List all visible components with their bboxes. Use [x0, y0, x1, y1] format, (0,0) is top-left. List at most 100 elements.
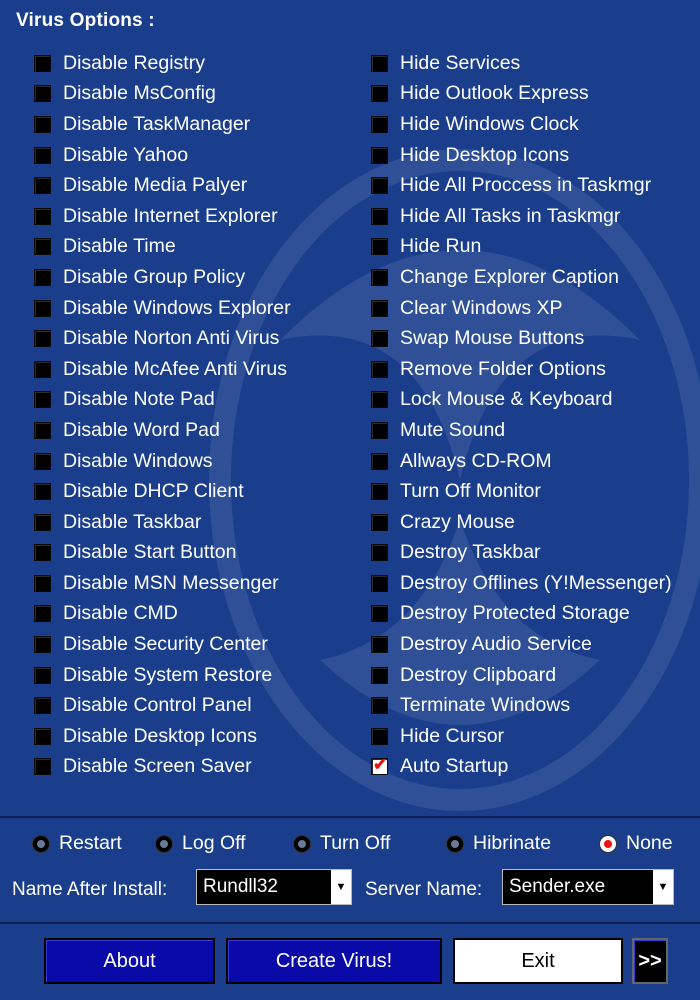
option-checkbox-row[interactable]: Allways CD-ROM — [365, 446, 672, 477]
option-checkbox-row[interactable]: Disable TaskManager — [28, 109, 291, 140]
option-checkbox-row[interactable]: Mute Sound — [365, 415, 672, 446]
option-checkbox-row[interactable]: Disable Registry — [28, 48, 291, 79]
checkbox[interactable] — [34, 544, 51, 562]
checkbox[interactable] — [34, 636, 51, 654]
checkbox[interactable] — [34, 177, 51, 195]
checkbox[interactable] — [371, 421, 388, 439]
checkbox[interactable] — [34, 299, 51, 317]
option-checkbox-row[interactable]: Disable Media Palyer — [28, 170, 291, 201]
option-checkbox-row[interactable]: Disable Windows — [28, 446, 291, 477]
create-virus-button[interactable]: Create Virus! — [226, 938, 442, 984]
about-button[interactable]: About — [44, 938, 215, 984]
checkbox[interactable] — [34, 758, 51, 776]
chevron-down-icon[interactable]: ▼ — [331, 870, 351, 904]
checkbox[interactable] — [371, 207, 388, 225]
checkbox[interactable] — [371, 391, 388, 409]
more-button[interactable]: >> — [632, 938, 668, 984]
option-checkbox-row[interactable]: Disable Group Policy — [28, 262, 291, 293]
option-checkbox-row[interactable]: Hide Windows Clock — [365, 109, 672, 140]
radio-option[interactable]: None — [599, 832, 673, 855]
checkbox[interactable] — [34, 666, 51, 684]
checkbox[interactable] — [371, 238, 388, 256]
checkbox[interactable] — [371, 636, 388, 654]
option-checkbox-row[interactable]: Disable McAfee Anti Virus — [28, 354, 291, 385]
checkbox[interactable] — [34, 54, 51, 72]
checkbox[interactable] — [371, 513, 388, 531]
checkbox[interactable]: ✔ — [371, 755, 388, 776]
checkbox[interactable] — [371, 452, 388, 470]
radio-option[interactable]: Turn Off — [293, 832, 390, 855]
checkbox[interactable] — [34, 238, 51, 256]
option-checkbox-row[interactable]: Lock Mouse & Keyboard — [365, 385, 672, 416]
checkbox[interactable] — [371, 727, 388, 745]
checkbox[interactable] — [34, 697, 51, 715]
radio-button[interactable] — [155, 834, 173, 853]
chevron-down-icon[interactable]: ▼ — [653, 870, 673, 904]
checkbox[interactable] — [34, 513, 51, 531]
option-checkbox-row[interactable]: Disable MSN Messenger — [28, 568, 291, 599]
option-checkbox-row[interactable]: Disable System Restore — [28, 660, 291, 691]
checkbox[interactable] — [34, 330, 51, 348]
checkbox[interactable] — [371, 268, 388, 286]
option-checkbox-row[interactable]: Hide Cursor — [365, 721, 672, 752]
option-checkbox-row[interactable]: Disable Screen Saver — [28, 752, 291, 783]
option-checkbox-row[interactable]: Change Explorer Caption — [365, 262, 672, 293]
option-checkbox-row[interactable]: Destroy Clipboard — [365, 660, 672, 691]
checkbox[interactable] — [34, 85, 51, 103]
option-checkbox-row[interactable]: Turn Off Monitor — [365, 476, 672, 507]
radio-option[interactable]: Restart — [32, 832, 122, 855]
option-checkbox-row[interactable]: Hide Services — [365, 48, 672, 79]
checkbox[interactable] — [371, 666, 388, 684]
checkbox[interactable] — [371, 697, 388, 715]
checkbox[interactable] — [34, 268, 51, 286]
checkbox[interactable] — [371, 605, 388, 623]
option-checkbox-row[interactable]: Disable Taskbar — [28, 507, 291, 538]
option-checkbox-row[interactable]: Disable Desktop Icons — [28, 721, 291, 752]
checkbox[interactable] — [34, 115, 51, 133]
option-checkbox-row[interactable]: Disable Windows Explorer — [28, 293, 291, 324]
checkbox[interactable] — [371, 544, 388, 562]
option-checkbox-row[interactable]: Destroy Taskbar — [365, 538, 672, 569]
checkbox[interactable] — [371, 299, 388, 317]
checkbox[interactable] — [371, 85, 388, 103]
option-checkbox-row[interactable]: Disable Note Pad — [28, 385, 291, 416]
option-checkbox-row[interactable]: Disable Internet Explorer — [28, 201, 291, 232]
radio-option[interactable]: Log Off — [155, 832, 246, 855]
exit-button[interactable]: Exit — [453, 938, 623, 984]
checkbox[interactable] — [371, 574, 388, 592]
option-checkbox-row[interactable]: Disable MsConfig — [28, 79, 291, 110]
option-checkbox-row[interactable]: Disable DHCP Client — [28, 476, 291, 507]
install-name-combo[interactable]: Rundll32 ▼ — [196, 869, 352, 905]
radio-button[interactable] — [32, 834, 50, 853]
checkbox[interactable] — [34, 452, 51, 470]
checkbox[interactable] — [371, 115, 388, 133]
option-checkbox-row[interactable]: Disable Security Center — [28, 629, 291, 660]
option-checkbox-row[interactable]: Hide Outlook Express — [365, 79, 672, 110]
option-checkbox-row[interactable]: Disable Yahoo — [28, 140, 291, 171]
option-checkbox-row[interactable]: Destroy Protected Storage — [365, 599, 672, 630]
option-checkbox-row[interactable]: Destroy Audio Service — [365, 629, 672, 660]
option-checkbox-row[interactable]: Hide All Proccess in Taskmgr — [365, 170, 672, 201]
checkbox[interactable] — [34, 146, 51, 164]
checkbox[interactable] — [34, 605, 51, 623]
option-checkbox-row[interactable]: Hide All Tasks in Taskmgr — [365, 201, 672, 232]
checkbox[interactable] — [371, 360, 388, 378]
option-checkbox-row[interactable]: Disable Word Pad — [28, 415, 291, 446]
option-checkbox-row[interactable]: Disable Start Button — [28, 538, 291, 569]
checkbox[interactable] — [34, 391, 51, 409]
option-checkbox-row[interactable]: Disable Control Panel — [28, 690, 291, 721]
option-checkbox-row[interactable]: Destroy Offlines (Y!Messenger) — [365, 568, 672, 599]
radio-button[interactable] — [293, 834, 311, 853]
checkbox[interactable] — [34, 360, 51, 378]
option-checkbox-row[interactable]: Terminate Windows — [365, 690, 672, 721]
radio-button[interactable] — [599, 834, 617, 853]
checkbox[interactable] — [34, 574, 51, 592]
checkbox[interactable] — [34, 207, 51, 225]
radio-button[interactable] — [446, 834, 464, 853]
checkbox[interactable] — [371, 177, 388, 195]
checkbox[interactable] — [34, 483, 51, 501]
radio-option[interactable]: Hibrinate — [446, 832, 551, 855]
checkbox[interactable] — [371, 54, 388, 72]
option-checkbox-row[interactable]: Clear Windows XP — [365, 293, 672, 324]
option-checkbox-row[interactable]: Disable Norton Anti Virus — [28, 323, 291, 354]
